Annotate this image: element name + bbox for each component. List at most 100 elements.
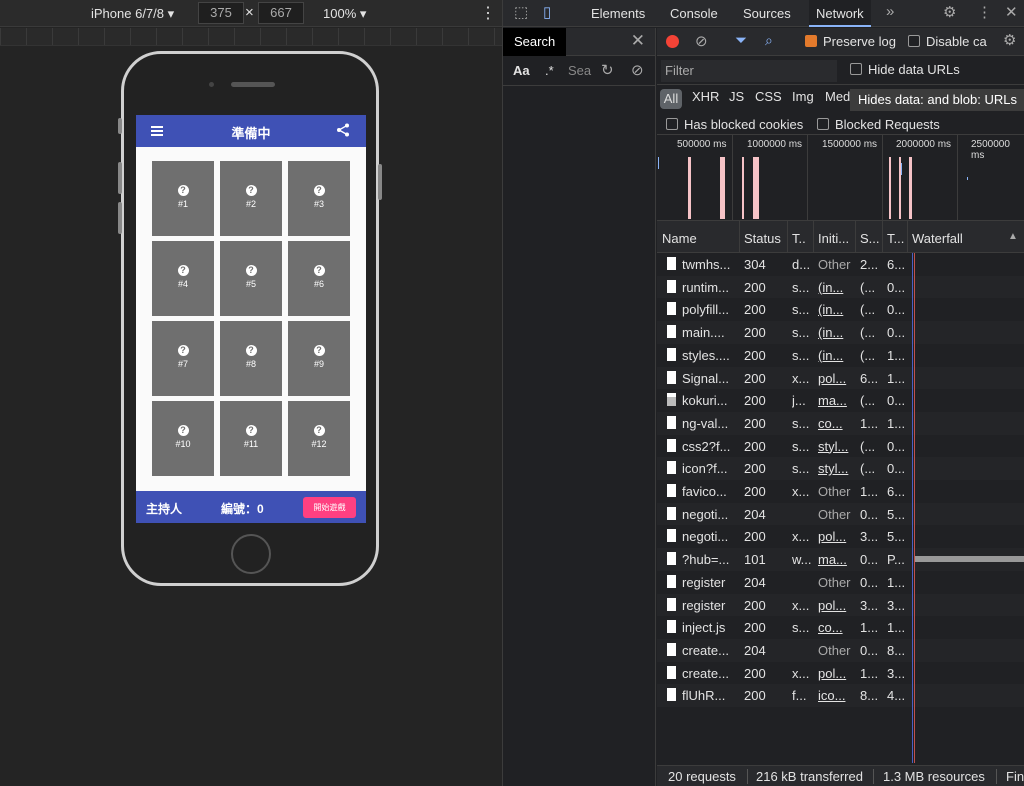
gear-icon[interactable]: ⚙ (943, 3, 956, 21)
table-row[interactable]: css2?f... 200 s... styl... (... 0... (657, 434, 1024, 458)
network-settings-icon[interactable]: ⚙ (1003, 31, 1016, 49)
table-row[interactable]: icon?f... 200 s... styl... (... 0... (657, 457, 1024, 481)
tile-card[interactable]: ? #11 (220, 401, 282, 476)
request-initiator[interactable]: pol... (818, 529, 853, 544)
disable-cache-checkbox[interactable]: Disable ca (908, 34, 987, 49)
start-game-button[interactable]: 開始遊戲 (303, 497, 356, 518)
network-overview-timeline[interactable]: 500000 ms 1000000 ms 1500000 ms 2000000 … (657, 135, 1024, 221)
type-filter-js[interactable]: JS (729, 89, 744, 104)
column-waterfall[interactable]: Waterfall (912, 231, 963, 246)
kebab-menu-icon[interactable]: ⋮ (977, 3, 992, 21)
request-initiator[interactable]: styl... (818, 461, 853, 476)
home-button[interactable] (231, 534, 271, 574)
request-initiator[interactable]: ico... (818, 688, 853, 703)
close-devtools-icon[interactable]: ✕ (1005, 3, 1018, 21)
tab-console[interactable]: Console (670, 6, 718, 21)
request-initiator[interactable]: pol... (818, 371, 853, 386)
tile-card[interactable]: ? #4 (152, 241, 214, 316)
table-row[interactable]: flUhR... 200 f... ico... 8... 4... (657, 684, 1024, 708)
request-initiator[interactable]: styl... (818, 439, 853, 454)
tile-card[interactable]: ? #8 (220, 321, 282, 396)
tile-card[interactable]: ? #1 (152, 161, 214, 236)
tile-card[interactable]: ? #6 (288, 241, 350, 316)
column-time[interactable]: T... (887, 231, 904, 246)
table-row[interactable]: create... 204 Other 0... 8... (657, 638, 1024, 662)
table-row[interactable]: inject.js 200 s... co... 1... 1... (657, 616, 1024, 640)
type-filter-css[interactable]: CSS (755, 89, 782, 104)
record-icon[interactable] (666, 35, 679, 48)
table-row[interactable]: main.... 200 s... (in... (... 0... (657, 321, 1024, 345)
blocked-cookies-checkbox[interactable]: Has blocked cookies (666, 117, 803, 132)
height-input[interactable]: 667 (258, 2, 304, 24)
table-row[interactable]: styles.... 200 s... (in... (... 1... (657, 343, 1024, 367)
tile-card[interactable]: ? #9 (288, 321, 350, 396)
request-initiator[interactable]: (in... (818, 280, 853, 295)
tile-card[interactable]: ? #12 (288, 401, 350, 476)
search-input[interactable]: Sea (568, 63, 591, 78)
tile-card[interactable]: ? #3 (288, 161, 350, 236)
regex-toggle[interactable]: .* (545, 63, 554, 78)
column-type[interactable]: T.. (792, 231, 806, 246)
column-initiator[interactable]: Initi... (818, 231, 849, 246)
hide-data-urls-checkbox[interactable]: Hide data URLs (850, 62, 960, 77)
inspect-element-icon[interactable]: ⬚ (514, 3, 528, 21)
device-select[interactable]: iPhone 6/7/8 ▾ (91, 6, 174, 22)
close-icon[interactable]: ✕ (631, 31, 645, 51)
more-tabs-icon[interactable]: » (886, 3, 894, 20)
request-initiator[interactable]: Other (818, 257, 853, 272)
tile-card[interactable]: ? #10 (152, 401, 214, 476)
table-row[interactable]: register 204 Other 0... 1... (657, 570, 1024, 594)
sort-ascending-icon[interactable]: ▲ (1008, 231, 1018, 242)
table-row[interactable]: ng-val... 200 s... co... 1... 1... (657, 411, 1024, 435)
type-filter-all[interactable]: All (660, 89, 682, 109)
clear-icon[interactable]: ⊘ (631, 61, 644, 79)
tab-elements[interactable]: Elements (591, 6, 645, 21)
column-size[interactable]: S... (860, 231, 880, 246)
tab-network[interactable]: Network (809, 0, 871, 27)
request-initiator[interactable]: pol... (818, 666, 853, 681)
request-initiator[interactable]: Other (818, 507, 853, 522)
type-filter-media[interactable]: Med (825, 89, 850, 104)
tile-card[interactable]: ? #5 (220, 241, 282, 316)
table-row[interactable]: negoti... 200 x... pol... 3... 5... (657, 525, 1024, 549)
request-initiator[interactable]: Other (818, 484, 853, 499)
request-initiator[interactable]: (in... (818, 302, 853, 317)
zoom-select[interactable]: 100% ▾ (323, 6, 366, 22)
request-initiator[interactable]: pol... (818, 598, 853, 613)
search-icon[interactable]: ⌕ (765, 32, 773, 49)
preserve-log-checkbox[interactable]: Preserve log (805, 34, 896, 49)
request-initiator[interactable]: co... (818, 620, 853, 635)
column-status[interactable]: Status (744, 231, 781, 246)
request-initiator[interactable]: ma... (818, 552, 853, 567)
tile-card[interactable]: ? #7 (152, 321, 214, 396)
refresh-icon[interactable]: ↻ (601, 61, 614, 79)
tile-card[interactable]: ? #2 (220, 161, 282, 236)
request-initiator[interactable]: (in... (818, 348, 853, 363)
clear-log-icon[interactable]: ⊘ (695, 32, 708, 50)
request-initiator[interactable]: (in... (818, 325, 853, 340)
tab-sources[interactable]: Sources (743, 6, 791, 21)
width-input[interactable]: 375 (198, 2, 244, 24)
blocked-requests-checkbox[interactable]: Blocked Requests (817, 117, 940, 132)
more-options-icon[interactable]: ⋮ (480, 3, 496, 23)
type-filter-xhr[interactable]: XHR (692, 89, 719, 104)
table-row[interactable]: runtim... 200 s... (in... (... 0... (657, 275, 1024, 299)
table-row[interactable]: Signal... 200 x... pol... 6... 1... (657, 366, 1024, 390)
table-row[interactable]: register 200 x... pol... 3... 3... (657, 593, 1024, 617)
request-initiator[interactable]: Other (818, 643, 853, 658)
device-toolbar-icon[interactable]: ▯ (543, 3, 551, 21)
search-tab[interactable]: Search (503, 28, 567, 56)
column-name[interactable]: Name (662, 231, 697, 246)
request-initiator[interactable]: ma... (818, 393, 853, 408)
table-row[interactable]: twmhs... 304 d... Other 2... 6... (657, 253, 1024, 276)
request-initiator[interactable]: co... (818, 416, 853, 431)
table-row[interactable]: kokuri... 200 j... ma... (... 0... (657, 389, 1024, 413)
type-filter-img[interactable]: Img (792, 89, 814, 104)
table-row[interactable]: favico... 200 x... Other 1... 6... (657, 480, 1024, 503)
table-row[interactable]: negoti... 204 Other 0... 5... (657, 502, 1024, 526)
table-row[interactable]: create... 200 x... pol... 1... 3... (657, 661, 1024, 685)
filter-input[interactable]: Filter (661, 60, 837, 82)
filter-icon[interactable]: ⏷ (735, 32, 747, 49)
share-icon[interactable] (336, 123, 350, 137)
request-initiator[interactable]: Other (818, 575, 853, 590)
